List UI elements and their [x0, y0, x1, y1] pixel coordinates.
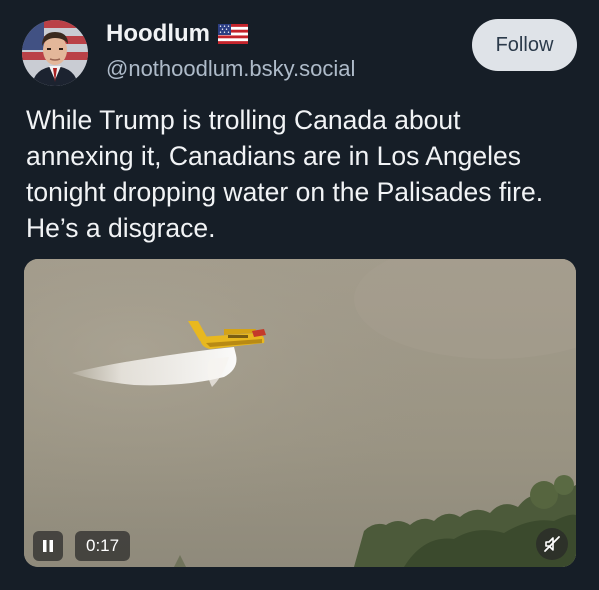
- video-player[interactable]: 0:17: [24, 259, 576, 567]
- author-handle[interactable]: @nothoodlum.bsky.social: [106, 56, 355, 82]
- post-card: Hoodlum @nothoodlum.bsky.social Follow W…: [0, 0, 599, 590]
- pause-button[interactable]: [33, 531, 63, 561]
- speaker-muted-icon: [544, 536, 560, 552]
- avatar-image: [22, 20, 88, 86]
- display-name[interactable]: Hoodlum: [106, 20, 210, 48]
- post-text: While Trump is trolling Canada about ann…: [26, 105, 544, 243]
- avatar[interactable]: [22, 20, 88, 86]
- mute-button[interactable]: [536, 528, 568, 560]
- pause-icon: [43, 540, 53, 552]
- video-timestamp: 0:17: [75, 531, 131, 561]
- follow-button[interactable]: Follow: [472, 19, 577, 71]
- video-frame: [24, 259, 576, 567]
- us-flag-icon: [217, 24, 248, 44]
- author-name-row: Hoodlum: [106, 20, 248, 48]
